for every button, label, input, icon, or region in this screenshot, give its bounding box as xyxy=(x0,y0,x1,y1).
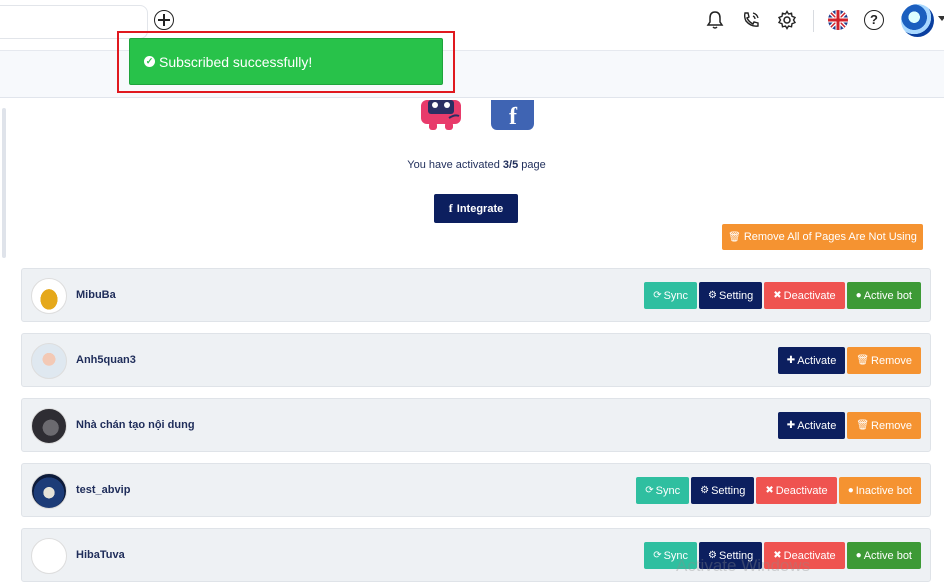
trash-icon: 🗑 xyxy=(728,231,741,243)
remove-button[interactable]: 🗑 Remove xyxy=(847,412,921,439)
button-label: Remove xyxy=(871,354,912,367)
gear-icon: ⚙ xyxy=(700,485,710,496)
button-label: Setting xyxy=(719,289,754,302)
page-name: Nhà chán tạo nội dung xyxy=(76,419,195,431)
bot-logo-icon xyxy=(421,100,461,130)
bell-icon[interactable] xyxy=(705,10,725,30)
page-actions: ⟳ Sync ⚙ Setting ✖ Deactivate ● Active bot xyxy=(644,282,921,309)
gear-icon[interactable] xyxy=(777,10,797,30)
android-icon: ● xyxy=(847,485,854,496)
activate-button[interactable]: ✚ Activate xyxy=(777,347,846,374)
page-avatar xyxy=(31,408,67,444)
trash-icon: 🗑 xyxy=(856,420,870,431)
gear-icon: ⚙ xyxy=(708,290,718,301)
page-name: HibaTuva xyxy=(76,549,125,561)
page-name: test_abvip xyxy=(76,484,131,496)
scrollbar[interactable] xyxy=(2,108,6,258)
page-card: Nhà chán tạo nội dung ✚ Activate 🗑 Remove xyxy=(21,398,931,452)
page-avatar xyxy=(31,473,67,509)
button-label: Setting xyxy=(711,484,746,497)
user-avatar[interactable] xyxy=(901,4,934,37)
inactive-bot-button[interactable]: ● Inactive bot xyxy=(838,477,921,504)
summary-suffix: page xyxy=(518,159,546,171)
refresh-icon: ⟳ xyxy=(653,550,662,561)
page-card: Anh5quan3 ✚ Activate 🗑 Remove xyxy=(21,333,931,387)
button-label: Inactive bot xyxy=(855,484,912,497)
page-actions: ⟳ Sync ⚙ Setting ✖ Deactivate ● Inactive bot xyxy=(636,477,921,504)
page-name: Anh5quan3 xyxy=(76,354,136,366)
remove-button[interactable]: 🗑 Remove xyxy=(847,347,921,374)
button-label: Sync xyxy=(663,289,689,302)
button-label: Sync xyxy=(655,484,681,497)
remove-all-label: Remove All of Pages Are Not Using xyxy=(743,231,917,243)
uk-flag-icon[interactable] xyxy=(828,10,848,30)
plus-icon: ✚ xyxy=(786,355,796,366)
button-label: Activate xyxy=(797,419,837,432)
activation-summary: You have activated 3/5 page xyxy=(0,159,944,171)
page-card: test_abvip ⟳ Sync ⚙ Setting ✖ Deactivate ● I… xyxy=(21,463,931,517)
trash-icon: 🗑 xyxy=(856,355,870,366)
deactivate-button[interactable]: ✖ Deactivate xyxy=(764,282,845,309)
button-label: Active bot xyxy=(863,549,912,562)
android-icon: ● xyxy=(855,550,862,561)
summary-count: 3/5 xyxy=(502,159,519,171)
setting-button[interactable]: ⚙ Setting xyxy=(699,282,763,309)
summary-prefix: You have activated xyxy=(407,159,503,171)
refresh-icon: ⟳ xyxy=(645,485,654,496)
refresh-icon: ⟳ xyxy=(653,290,662,301)
integrate-button[interactable]: f Integrate xyxy=(434,194,518,223)
activate-button[interactable]: ✚ Activate xyxy=(777,412,846,439)
page-actions: ✚ Activate 🗑 Remove xyxy=(777,412,921,439)
page-avatar xyxy=(31,343,67,379)
phone-icon[interactable] xyxy=(741,10,761,30)
check-circle-icon: ✓ xyxy=(144,56,155,67)
active-bot-button[interactable]: ● Active bot xyxy=(846,542,921,569)
remove-all-unused-pages-button[interactable]: 🗑 Remove All of Pages Are Not Using xyxy=(722,224,923,250)
button-label: Active bot xyxy=(863,289,912,302)
deactivate-button[interactable]: ✖ Deactivate xyxy=(756,477,837,504)
button-label: Activate xyxy=(797,354,837,367)
page-card: MibuBa ⟳ Sync ⚙ Setting ✖ Deactivate ● Activ… xyxy=(21,268,931,322)
help-icon[interactable]: ? xyxy=(864,10,884,30)
plus-icon: ✚ xyxy=(786,420,796,431)
button-label: Remove xyxy=(871,419,912,432)
button-label: Deactivate xyxy=(783,289,836,302)
facebook-logo-icon: f xyxy=(491,100,534,130)
button-label: Deactivate xyxy=(775,484,828,497)
success-toast: ✓ Subscribed successfully! xyxy=(129,38,443,85)
page-actions: ✚ Activate 🗑 Remove xyxy=(777,347,921,374)
sync-button[interactable]: ⟳ Sync xyxy=(636,477,690,504)
header-divider xyxy=(813,10,814,32)
facebook-icon: f xyxy=(448,201,453,215)
add-icon[interactable] xyxy=(154,10,174,30)
chevron-down-icon[interactable] xyxy=(938,16,944,21)
active-bot-button[interactable]: ● Active bot xyxy=(846,282,921,309)
windows-activation-watermark: Activate Windows xyxy=(676,556,811,575)
sync-button[interactable]: ⟳ Sync xyxy=(644,282,698,309)
integrate-label: Integrate xyxy=(456,202,504,215)
close-icon: ✖ xyxy=(773,290,782,301)
page-name: MibuBa xyxy=(76,289,116,301)
page-avatar xyxy=(31,538,67,574)
android-icon: ● xyxy=(855,290,862,301)
page-avatar xyxy=(31,278,67,314)
setting-button[interactable]: ⚙ Setting xyxy=(691,477,755,504)
close-icon: ✖ xyxy=(765,485,774,496)
toast-message: Subscribed successfully! xyxy=(159,53,313,70)
